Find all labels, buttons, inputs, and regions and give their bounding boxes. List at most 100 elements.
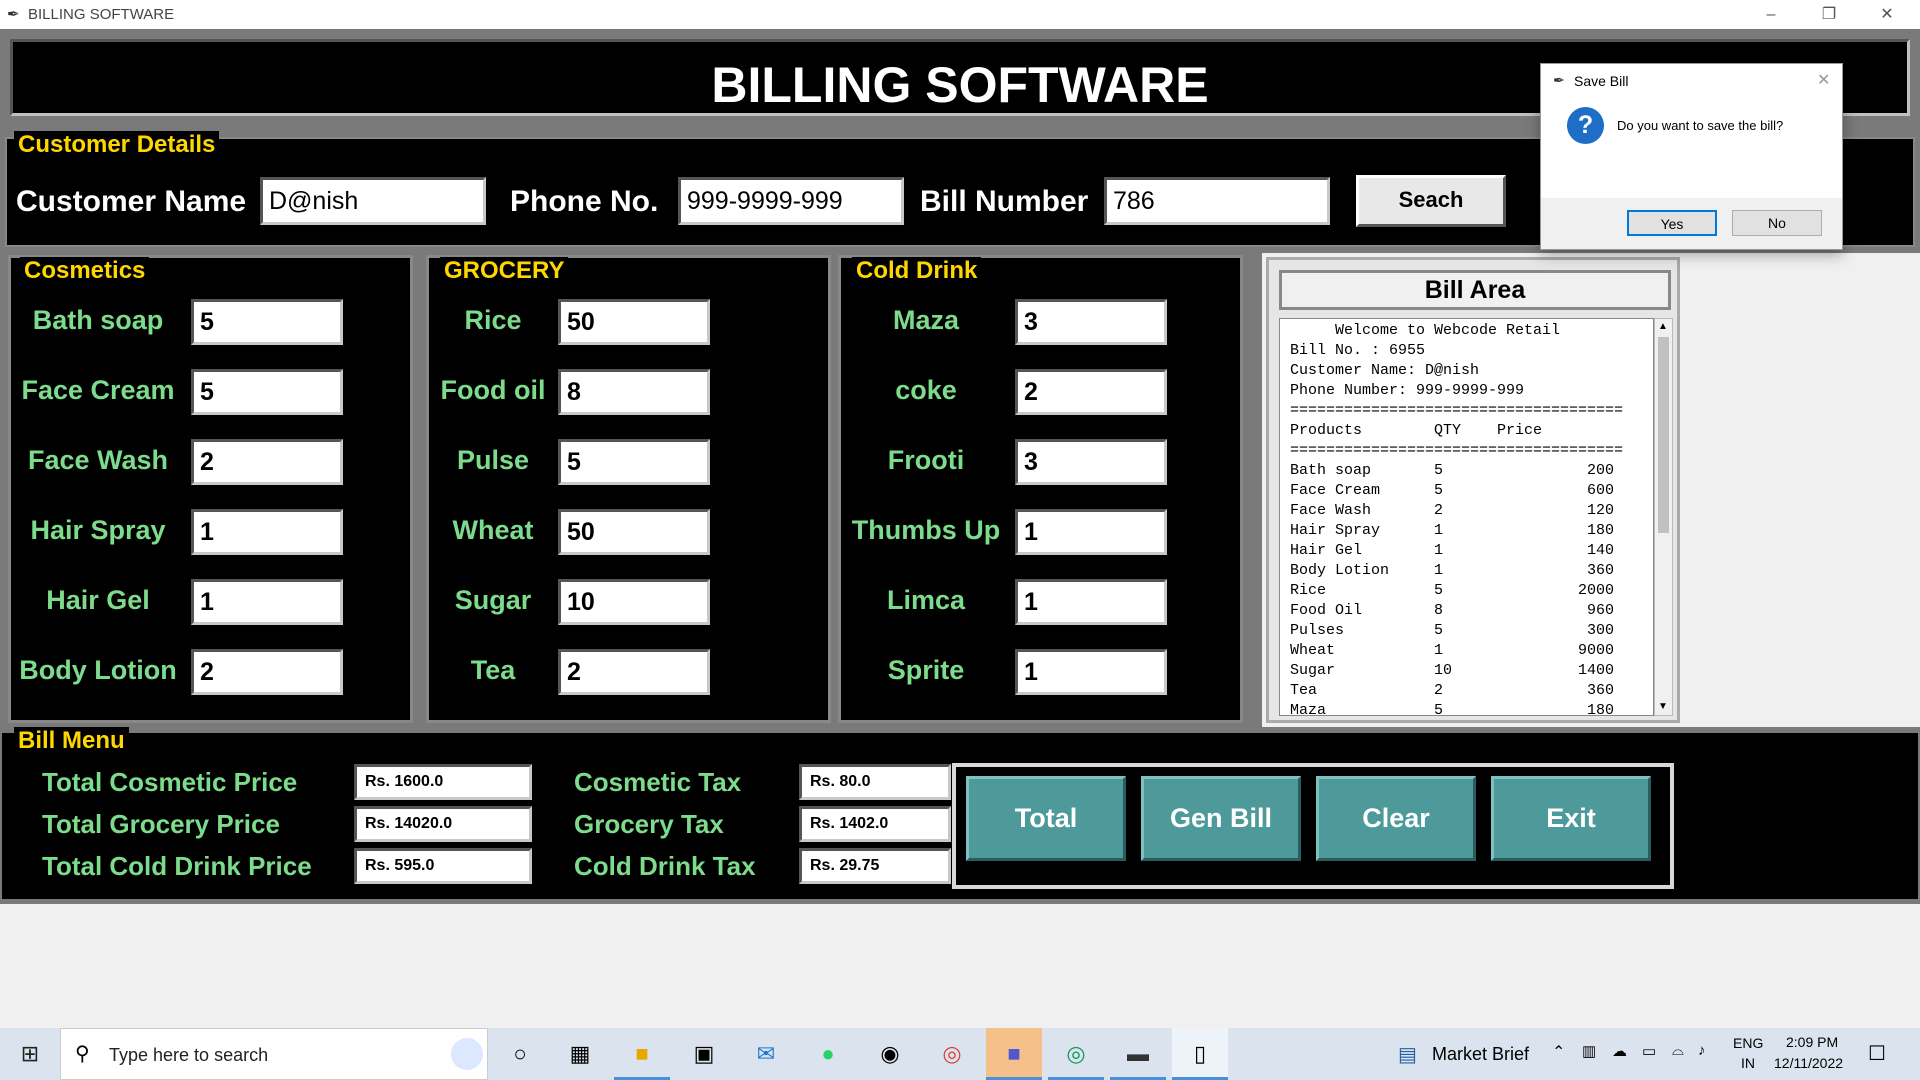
total-grocery-field[interactable] <box>354 806 532 842</box>
colddrink-qty-input[interactable] <box>1015 509 1167 555</box>
dialog-feather-icon: ✒ <box>1553 72 1565 88</box>
cosmetic-tax-field[interactable] <box>799 764 951 800</box>
teams-icon[interactable]: ■ <box>986 1028 1042 1080</box>
yes-button[interactable]: Yes <box>1627 210 1717 236</box>
colddrink-tax-field[interactable] <box>799 848 951 884</box>
scroll-thumb[interactable] <box>1658 337 1669 533</box>
grocery-qty-input[interactable] <box>558 299 710 345</box>
wifi-icon[interactable]: ⌓ <box>1672 1042 1684 1059</box>
bill-line: Sugar 10 1400 <box>1290 662 1615 679</box>
dialog-message: Do you want to save the bill? <box>1617 118 1784 133</box>
cosmetics-qty-input[interactable] <box>191 579 343 625</box>
exit-button[interactable]: Exit <box>1491 776 1651 861</box>
colddrink-qty-input[interactable] <box>1015 439 1167 485</box>
volume-icon[interactable]: ♪ <box>1698 1042 1706 1059</box>
cosmetics-qty-input[interactable] <box>191 369 343 415</box>
file-explorer-icon[interactable]: ■ <box>614 1028 670 1080</box>
no-button[interactable]: No <box>1732 210 1822 236</box>
battery-icon[interactable]: ▭ <box>1642 1042 1656 1060</box>
colddrink-qty-input[interactable] <box>1015 649 1167 695</box>
grocery-qty-input[interactable] <box>558 649 710 695</box>
total-button[interactable]: Total <box>966 776 1126 861</box>
window-title: BILLING SOFTWARE <box>28 6 175 23</box>
customer-name-label: Customer Name <box>16 185 247 218</box>
grocery-qty-input[interactable] <box>558 509 710 555</box>
news-icon[interactable]: ▤ <box>1398 1042 1417 1067</box>
search-box[interactable]: ⚲ Type here to search <box>60 1028 488 1080</box>
clock-date[interactable]: 12/11/2022 <box>1774 1055 1843 1071</box>
minimize-icon[interactable]: – <box>1742 0 1800 29</box>
store-icon[interactable]: ▣ <box>676 1028 732 1080</box>
bill-line: Welcome to Webcode Retail <box>1290 322 1561 339</box>
total-cosmetic-label: Total Cosmetic Price <box>42 767 298 797</box>
cosmetics-item-label: Body Lotion <box>19 655 177 685</box>
save-bill-dialog: ✒ Save Bill ✕ ? Do you want to save the … <box>1540 63 1843 250</box>
phone-input[interactable] <box>678 177 904 225</box>
chrome-icon[interactable]: ◎ <box>924 1028 980 1080</box>
total-colddrink-label: Total Cold Drink Price <box>42 851 312 881</box>
close-icon[interactable]: ✕ <box>1858 0 1916 29</box>
cosmetics-item-label: Face Wash <box>27 445 169 475</box>
bill-number-label: Bill Number <box>920 185 1089 218</box>
bill-line: Face Cream 5 600 <box>1290 482 1615 499</box>
colddrink-qty-input[interactable] <box>1015 299 1167 345</box>
customer-name-input[interactable] <box>260 177 486 225</box>
colddrink-qty-input[interactable] <box>1015 369 1167 415</box>
bill-line: Bath soap 5 200 <box>1290 462 1615 479</box>
mail-icon[interactable]: ✉ <box>738 1028 794 1080</box>
gen-bill-button[interactable]: Gen Bill <box>1141 776 1301 861</box>
grocery-item-label: Rice <box>464 305 522 335</box>
bill-line: Tea 2 360 <box>1290 682 1615 699</box>
dialog-button-bar: Yes No <box>1541 198 1842 249</box>
grocery-item-label: Pulse <box>456 445 530 475</box>
cosmetics-item-label: Bath soap <box>32 305 164 335</box>
grocery-item-label: Sugar <box>454 585 532 615</box>
news-label[interactable]: Market Brief <box>1432 1044 1529 1065</box>
whatsapp-icon[interactable]: ● <box>800 1028 856 1080</box>
grocery-qty-input[interactable] <box>558 579 710 625</box>
chrome-profile-icon[interactable]: ◎ <box>1048 1028 1104 1080</box>
bill-scrollbar[interactable]: ▲ ▼ <box>1654 318 1673 716</box>
notepad-icon[interactable]: ▯ <box>1172 1028 1228 1080</box>
device-icon[interactable]: ▥ <box>1582 1042 1596 1060</box>
restore-icon[interactable]: ❐ <box>1800 0 1858 29</box>
bill-line: Rice 5 2000 <box>1290 582 1615 599</box>
colddrink-qty-input[interactable] <box>1015 579 1167 625</box>
search-button[interactable]: Seach <box>1356 175 1506 227</box>
grocery-tax-label: Grocery Tax <box>574 809 724 839</box>
cosmetics-qty-input[interactable] <box>191 649 343 695</box>
lang-primary[interactable]: ENG <box>1733 1035 1763 1051</box>
clock-time[interactable]: 2:09 PM <box>1786 1034 1838 1050</box>
cosmetics-qty-input[interactable] <box>191 299 343 345</box>
cosmetics-qty-input[interactable] <box>191 439 343 485</box>
scroll-down-icon[interactable]: ▼ <box>1658 701 1668 712</box>
notification-icon[interactable]: ☐ <box>1868 1041 1886 1066</box>
windows-start-icon[interactable]: ⊞ <box>2 1028 58 1080</box>
colddrink-tax-label: Cold Drink Tax <box>574 851 756 881</box>
terminal-icon[interactable]: ▬ <box>1110 1028 1166 1080</box>
bill-line: Products QTY Price <box>1290 422 1543 439</box>
bill-area-panel: Bill Area Welcome to Webcode Retail Bill … <box>1266 257 1680 723</box>
total-cosmetic-field[interactable] <box>354 764 532 800</box>
grocery-qty-input[interactable] <box>558 439 710 485</box>
grocery-qty-input[interactable] <box>558 369 710 415</box>
lang-secondary[interactable]: IN <box>1741 1055 1755 1071</box>
cosmetics-qty-input[interactable] <box>191 509 343 555</box>
bill-textbox[interactable]: Welcome to Webcode Retail Bill No. : 6955… <box>1279 318 1654 716</box>
total-colddrink-field[interactable] <box>354 848 532 884</box>
task-view-icon[interactable]: ▦ <box>552 1028 608 1080</box>
clear-button[interactable]: Clear <box>1316 776 1476 861</box>
onedrive-icon[interactable]: ☁ <box>1612 1042 1627 1060</box>
dialog-close-icon[interactable]: ✕ <box>1817 70 1830 90</box>
scroll-up-icon[interactable]: ▲ <box>1658 321 1668 332</box>
cortana-icon[interactable]: ○ <box>492 1028 548 1080</box>
grocery-item-label: Wheat <box>452 515 534 545</box>
question-icon: ? <box>1567 107 1604 144</box>
window-titlebar: ✒ BILLING SOFTWARE – ❐ ✕ <box>0 0 1920 29</box>
bill-number-input[interactable] <box>1104 177 1330 225</box>
total-grocery-label: Total Grocery Price <box>42 809 280 839</box>
grocery-tax-field[interactable] <box>799 806 951 842</box>
app-feather-icon: ✒ <box>7 6 20 23</box>
camera-icon[interactable]: ◉ <box>862 1028 918 1080</box>
chevron-up-icon[interactable]: ⌃ <box>1552 1042 1565 1062</box>
